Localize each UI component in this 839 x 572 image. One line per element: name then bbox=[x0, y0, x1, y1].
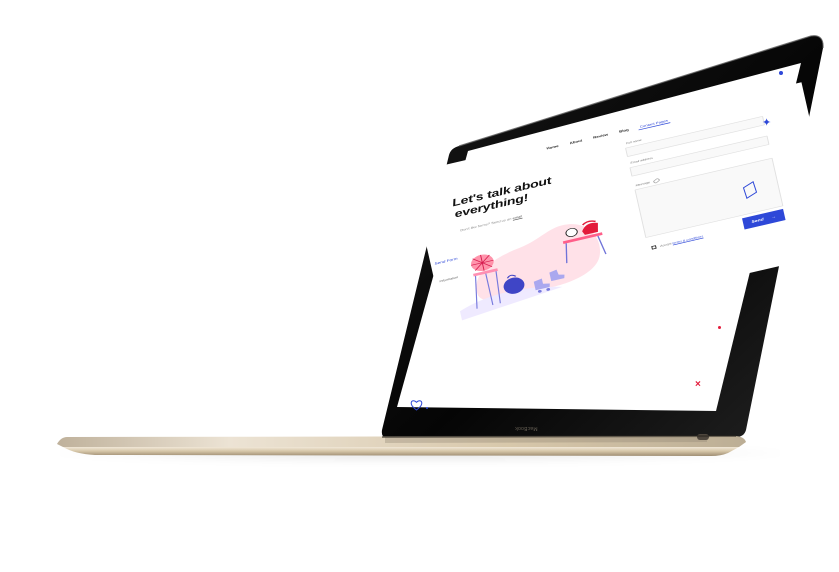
red-dot-decoration bbox=[718, 326, 721, 329]
terms-link[interactable]: terms & conditions bbox=[672, 234, 703, 244]
send-button-label: Send bbox=[751, 217, 765, 224]
arrow-right-icon: → bbox=[770, 214, 777, 220]
blue-dot-decoration bbox=[779, 71, 783, 75]
nav-blog-link[interactable]: Blog bbox=[617, 127, 631, 135]
x-icon: × bbox=[695, 379, 701, 390]
terms-prefix: Accept bbox=[659, 241, 672, 248]
laptop-brand-label: MacBook bbox=[515, 425, 538, 431]
laptop-base-front bbox=[63, 447, 739, 456]
star-icon: ✦ bbox=[762, 117, 772, 129]
heart-icon bbox=[410, 400, 423, 411]
laptop-frame bbox=[57, 35, 824, 456]
laptop-mockup-scene: Home About Review Blog Contact Pages Let… bbox=[0, 0, 839, 572]
nav-review-link[interactable]: Review bbox=[591, 132, 611, 142]
terms-checkbox[interactable] bbox=[651, 245, 657, 250]
contact-illustration bbox=[459, 220, 607, 321]
terms-consent[interactable]: Accept terms & conditions bbox=[651, 234, 703, 250]
nav-home-link[interactable]: Home bbox=[544, 143, 561, 152]
contact-form: Full name Email address Message Accept t… bbox=[623, 105, 802, 289]
blue-dot-decoration bbox=[426, 407, 428, 409]
nav-about-link[interactable]: About bbox=[567, 138, 584, 147]
laptop-hinge-shadow bbox=[381, 435, 737, 438]
